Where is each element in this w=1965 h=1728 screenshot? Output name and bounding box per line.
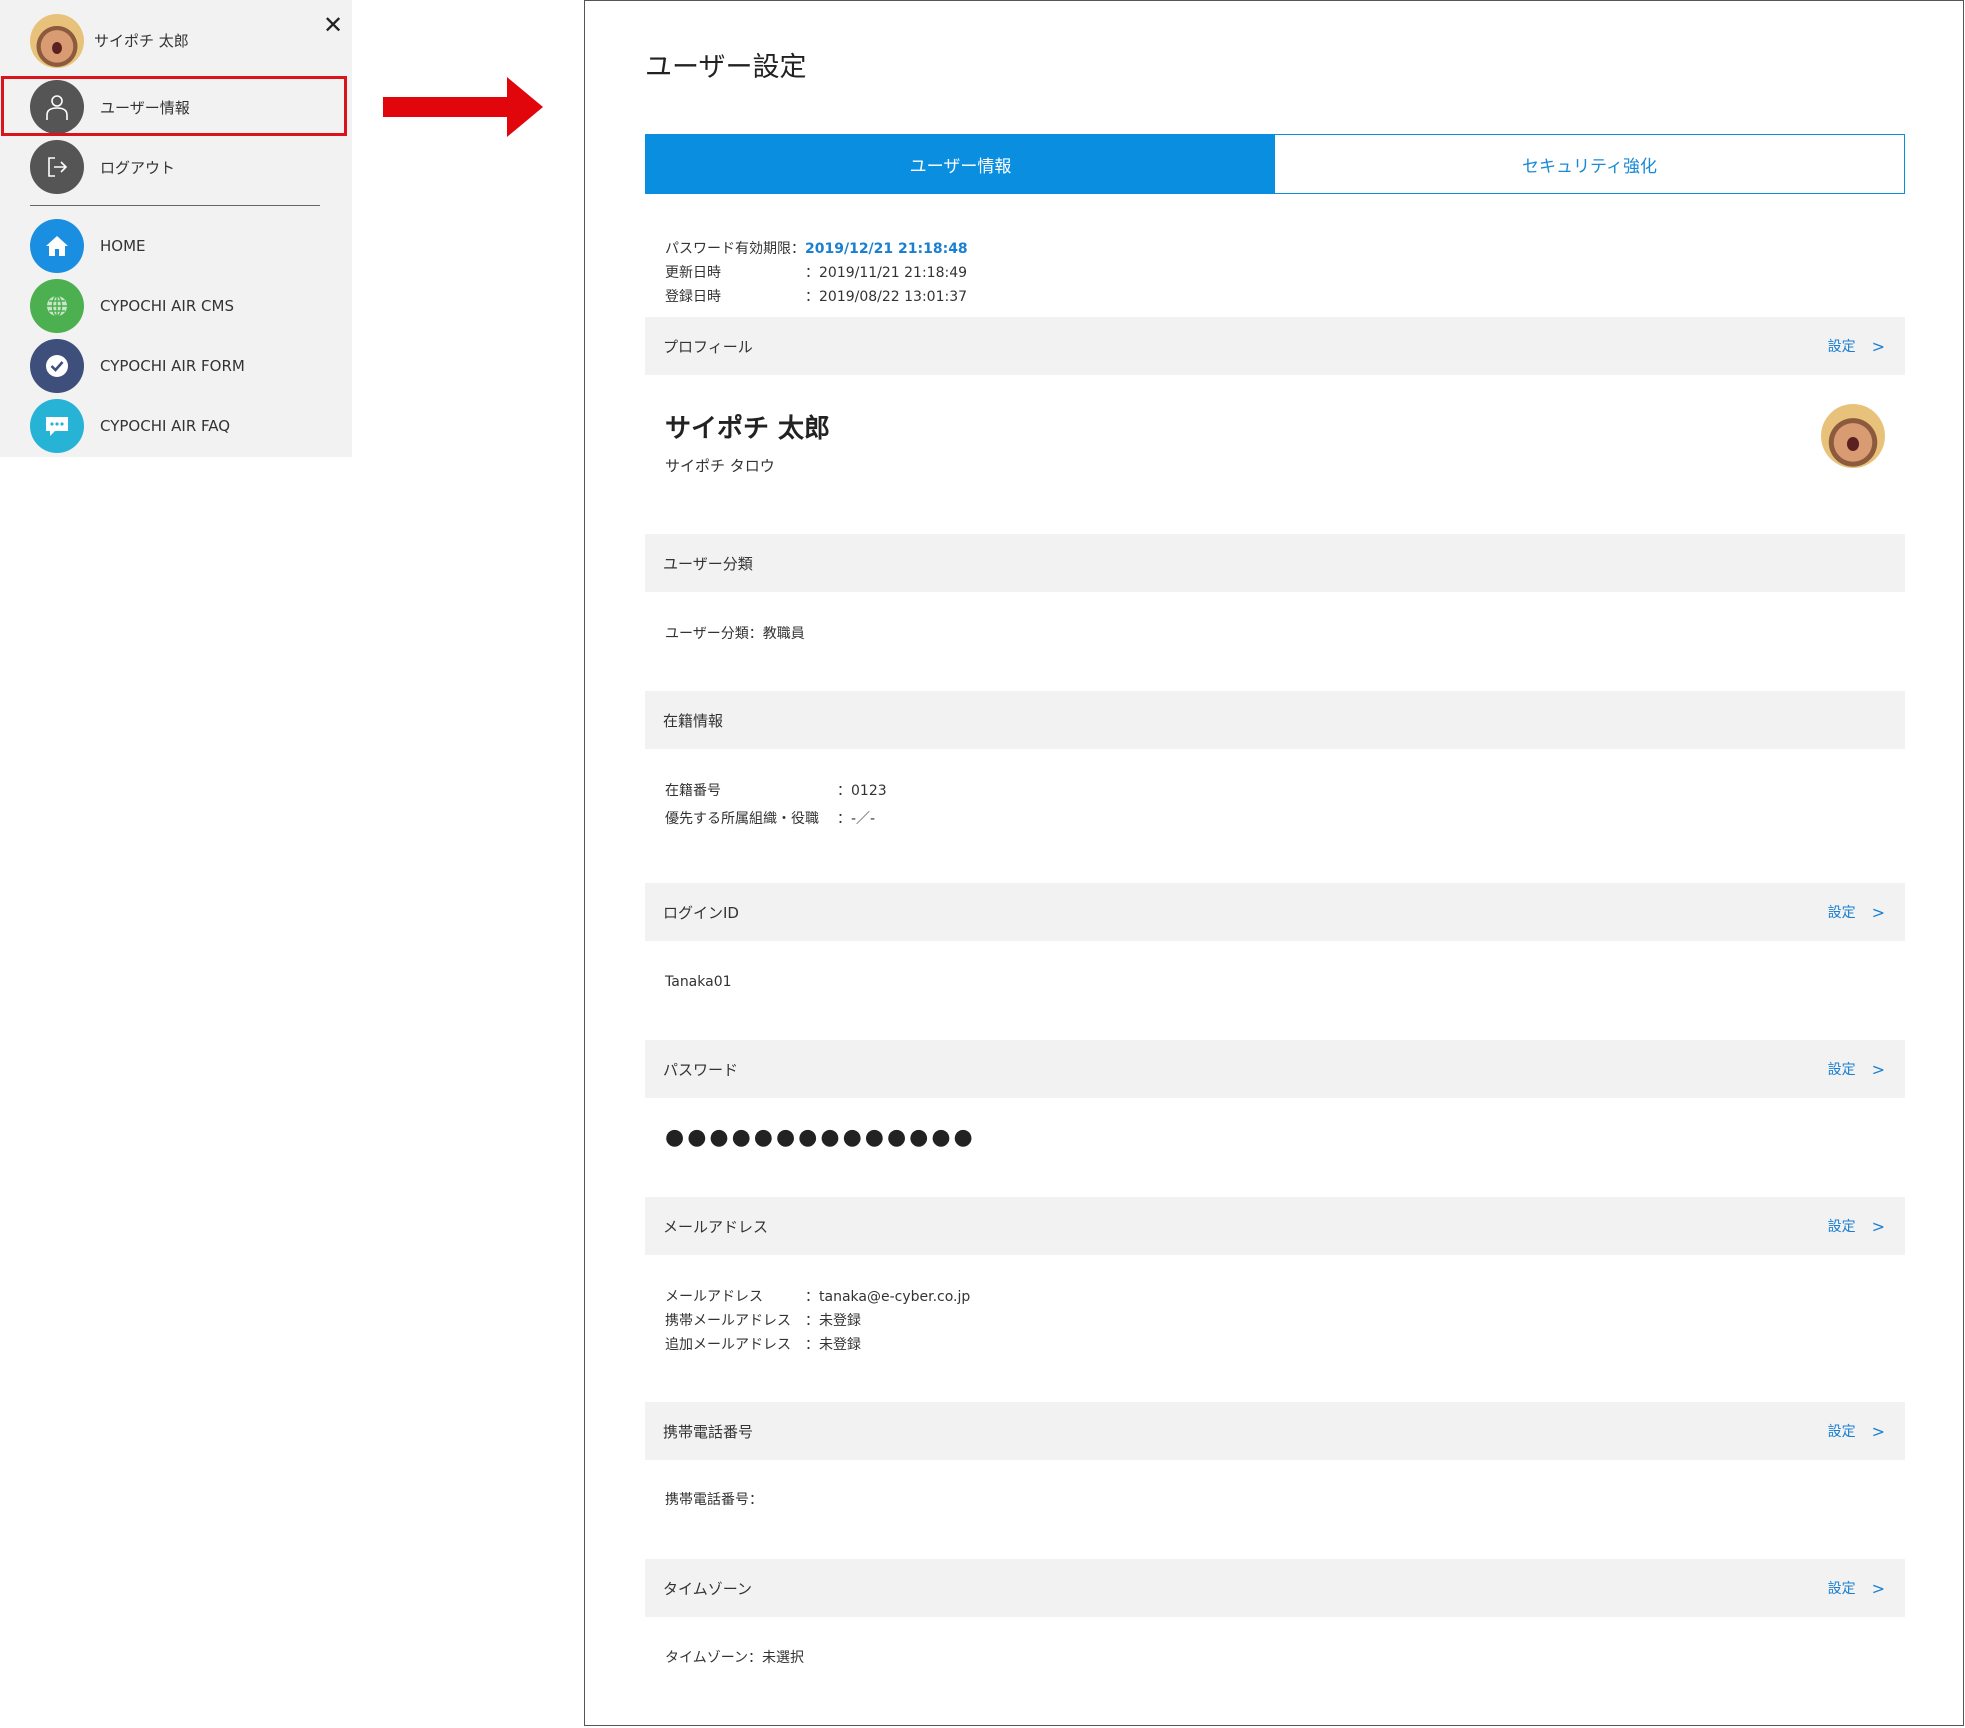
section-mobile-header: 携帯電話番号 設定 > <box>645 1402 1905 1460</box>
email-key: 携帯メールアドレス <box>665 1313 791 1329</box>
enrollment-key: 優先する所属組織・役職 <box>665 811 819 827</box>
password-setting-link[interactable]: 設定 > <box>1828 1040 1885 1098</box>
menu-item-label: CYPOCHI AIR FORM <box>100 357 245 375</box>
setting-label: 設定 <box>1827 1424 1856 1440</box>
user-settings-panel: ユーザー設定 ユーザー情報 セキュリティ強化 パスワード有効期限： 2019/1… <box>584 0 1964 1726</box>
setting-label: 設定 <box>1827 905 1856 921</box>
logout-icon <box>30 140 84 194</box>
section-email-header: メールアドレス 設定 > <box>645 1197 1905 1255</box>
email-value: ：tanaka@e-cyber.co.jp <box>805 1289 971 1305</box>
account-meta: パスワード有効期限： 2019/12/21 21:18:48 更新日時 ：201… <box>665 237 968 309</box>
login-id-setting-link[interactable]: 設定 > <box>1828 883 1885 941</box>
profile-name: サイポチ 太郎 <box>665 414 831 444</box>
email-info: メールアドレス ：tanaka@e-cyber.co.jp 携帯メールアドレス … <box>665 1285 970 1357</box>
tab-security[interactable]: セキュリティ強化 <box>1275 135 1904 193</box>
highlight-frame <box>1 76 347 136</box>
chat-icon <box>30 399 84 453</box>
section-title: ログインID <box>663 903 739 922</box>
meta-key: 更新日時 <box>665 265 721 281</box>
tab-bar: ユーザー情報 セキュリティ強化 <box>645 134 1905 194</box>
user-avatar <box>30 13 84 68</box>
profile-avatar <box>1821 404 1885 468</box>
chevron-right-icon: > <box>1871 1578 1885 1598</box>
profile-setting-link[interactable]: 設定 > <box>1828 317 1885 375</box>
menu-item-cms[interactable]: CYPOCHI AIR CMS <box>0 276 352 336</box>
section-title: メールアドレス <box>663 1217 769 1236</box>
check-icon <box>30 339 84 393</box>
menu-user-header: サイポチ 太郎 <box>30 13 340 68</box>
menu-item-label: HOME <box>100 237 146 255</box>
menu-divider <box>30 205 320 206</box>
section-profile-header: プロフィール 設定 > <box>645 317 1905 375</box>
section-title: 在籍情報 <box>663 711 724 730</box>
section-user-category-header: ユーザー分類 <box>645 534 1905 592</box>
enrollment-key: 在籍番号 <box>665 783 721 799</box>
setting-label: 設定 <box>1827 1219 1856 1235</box>
section-title: ユーザー分類 <box>663 554 753 573</box>
mobile-value: 携帯電話番号： <box>665 1492 763 1508</box>
registered-at-value: ：2019/08/22 13:01:37 <box>805 289 968 305</box>
menu-item-label: CYPOCHI AIR FAQ <box>100 417 231 435</box>
mobile-setting-link[interactable]: 設定 > <box>1828 1402 1885 1460</box>
enrollment-info: 在籍番号 ：0123 優先する所属組織・役職 ：-／- <box>665 779 887 831</box>
menu-item-logout[interactable]: ログアウト <box>0 137 352 197</box>
chevron-right-icon: > <box>1871 902 1885 922</box>
email-setting-link[interactable]: 設定 > <box>1828 1197 1885 1255</box>
section-title: パスワード <box>663 1060 739 1079</box>
login-id-value: Tanaka01 <box>665 974 732 990</box>
side-menu: サイポチ 太郎 ✕ ユーザー情報 ログアウト HOME CYPOCHI AIR … <box>0 0 352 457</box>
email-key: 追加メールアドレス <box>665 1337 791 1353</box>
chevron-right-icon: > <box>1871 1421 1885 1441</box>
section-title: タイムゾーン <box>663 1579 752 1598</box>
chevron-right-icon: > <box>1871 1059 1885 1079</box>
close-icon[interactable]: ✕ <box>322 13 344 37</box>
menu-item-home[interactable]: HOME <box>0 216 352 276</box>
setting-label: 設定 <box>1827 1062 1856 1078</box>
home-icon <box>30 219 84 273</box>
section-password-header: パスワード 設定 > <box>645 1040 1905 1098</box>
menu-item-form[interactable]: CYPOCHI AIR FORM <box>0 336 352 396</box>
setting-label: 設定 <box>1827 1581 1856 1597</box>
timezone-value: タイムゾーン：未選択 <box>665 1650 805 1666</box>
section-title: 携帯電話番号 <box>663 1422 754 1441</box>
avatar <box>1821 404 1885 468</box>
menu-item-label: ログアウト <box>100 158 176 177</box>
page-title: ユーザー設定 <box>645 52 807 83</box>
tab-user-info[interactable]: ユーザー情報 <box>646 135 1275 193</box>
arrow-right-icon <box>383 77 543 137</box>
password-expiry-value: 2019/12/21 21:18:48 <box>805 241 968 257</box>
email-value: ：未登録 <box>805 1337 861 1353</box>
globe-icon <box>30 279 84 333</box>
chevron-right-icon: > <box>1871 336 1885 356</box>
menu-user-name: サイポチ 太郎 <box>94 32 189 50</box>
menu-item-label: CYPOCHI AIR CMS <box>100 297 234 315</box>
email-value: ：未登録 <box>805 1313 861 1329</box>
meta-key: 登録日時 <box>665 289 721 305</box>
email-key: メールアドレス <box>665 1289 763 1305</box>
section-login-id-header: ログインID 設定 > <box>645 883 1905 941</box>
password-masked: ●●●●●●●●●●●●●● <box>665 1125 976 1150</box>
chevron-right-icon: > <box>1871 1216 1885 1236</box>
section-timezone-header: タイムゾーン 設定 > <box>645 1559 1905 1617</box>
section-enrollment-header: 在籍情報 <box>645 691 1905 749</box>
section-title: プロフィール <box>663 337 753 356</box>
setting-label: 設定 <box>1827 339 1856 355</box>
menu-item-faq[interactable]: CYPOCHI AIR FAQ <box>0 396 352 456</box>
user-category-value: ユーザー分類：教職員 <box>665 626 805 642</box>
meta-key: パスワード有効期限： <box>665 241 805 257</box>
profile-kana: サイポチ タロウ <box>665 457 775 475</box>
updated-at-value: ：2019/11/21 21:18:49 <box>805 265 968 281</box>
timezone-setting-link[interactable]: 設定 > <box>1828 1559 1885 1617</box>
enrollment-value: ：0123 <box>837 783 887 799</box>
enrollment-value: ：-／- <box>837 811 876 827</box>
